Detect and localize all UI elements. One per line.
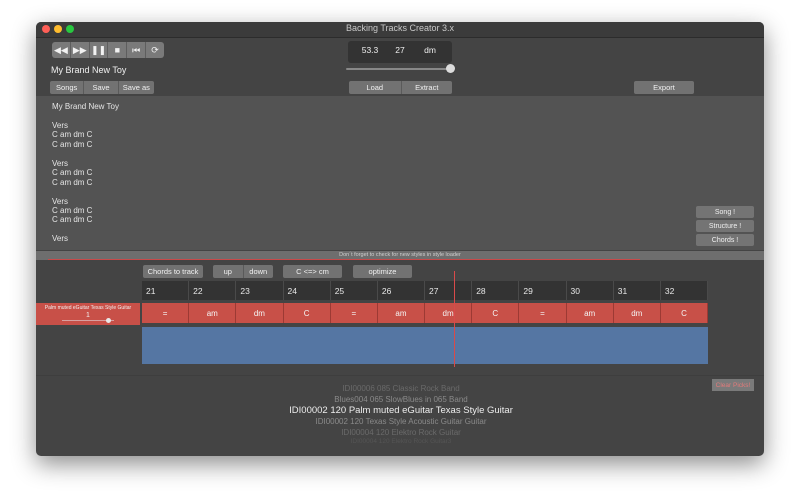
bar-number[interactable]: 22	[189, 281, 237, 300]
playhead[interactable]	[454, 271, 455, 367]
save-as-button[interactable]: Save as	[119, 81, 154, 94]
bar-number[interactable]: 23	[236, 281, 284, 300]
chord-row: = am dm C = am dm C = am dm C	[142, 303, 709, 323]
editor-text[interactable]: My Brand New Toy Vers C am dm CC am dm C Ve…	[52, 102, 119, 244]
songs-button[interactable]: Songs	[50, 81, 85, 94]
chord-cell[interactable]: dm	[425, 303, 473, 323]
tempo-display: 53.3 27 dm	[348, 41, 452, 63]
chord-cell[interactable]: =	[519, 303, 567, 323]
export-button[interactable]: Export	[634, 81, 694, 94]
bar-number[interactable]: 26	[378, 281, 426, 300]
style-item[interactable]: Blues004 065 SlowBlues in 065 Band	[226, 395, 576, 406]
load-extract-buttons: Load Extract	[349, 81, 452, 94]
structure-button[interactable]: Structure !	[696, 220, 754, 232]
style-item[interactable]: IDI00004 120 Elektro Rock Guitar	[226, 428, 576, 439]
bar-number[interactable]: 25	[331, 281, 378, 300]
style-item[interactable]: IDI00004 120 Elektro Rock Guitar3	[226, 438, 576, 445]
bars-value[interactable]: 27	[388, 45, 412, 55]
song-text-editor[interactable]: My Brand New Toy Vers C am dm CC am dm C Ve…	[36, 96, 764, 250]
bar-number[interactable]: 29	[519, 281, 567, 300]
track-pattern-area[interactable]	[142, 327, 708, 364]
optimize-button[interactable]: optimize	[353, 265, 412, 278]
major-minor-convert-button[interactable]: C <=> cm	[283, 265, 342, 278]
chords-to-track-button[interactable]: Chords to track	[143, 265, 203, 278]
app-window: Backing Tracks Creator 3.x ◀◀ ▶▶ ❚❚ ■ ⏮ …	[36, 22, 764, 456]
bar-number[interactable]: 30	[567, 281, 614, 300]
fast-forward-icon: ▶▶	[72, 44, 87, 55]
style-item[interactable]: IDI00002 120 Texas Style Acoustic Guitar…	[226, 417, 576, 428]
rewind-button[interactable]: ◀◀	[52, 42, 71, 58]
chord-cell[interactable]: dm	[614, 303, 661, 323]
chords-button[interactable]: Chords !	[696, 234, 754, 246]
title-bar: Backing Tracks Creator 3.x	[36, 22, 764, 38]
extract-button[interactable]: Extract	[402, 81, 453, 94]
key-value[interactable]: dm	[418, 45, 442, 55]
transport-controls: ◀◀ ▶▶ ❚❚ ■ ⏮ ⟳	[52, 42, 164, 58]
bar-number[interactable]: 28	[472, 281, 520, 300]
stop-icon: ■	[114, 45, 121, 55]
style-picker-list[interactable]: IDI00006 085 Classic Rock Band Blues004 0…	[226, 384, 576, 445]
editor-line[interactable]	[52, 149, 119, 159]
bpm-value[interactable]: 53.3	[358, 45, 382, 55]
song-title: My Brand New Toy	[51, 65, 127, 75]
bar-number[interactable]: 27	[425, 281, 473, 300]
transpose-down-button[interactable]: down	[244, 265, 274, 278]
editor-line[interactable]: C am dm C	[52, 178, 119, 187]
bar-number[interactable]: 31	[614, 281, 661, 300]
chord-cell[interactable]: am	[189, 303, 237, 323]
save-button[interactable]: Save	[84, 81, 119, 94]
tempo-slider[interactable]	[346, 68, 454, 70]
editor-line[interactable]: C am dm C	[52, 130, 119, 139]
track-name: Palm muted eGuitar Texas Style Guitar	[44, 305, 132, 311]
bar-number[interactable]: 24	[284, 281, 331, 300]
status-progress-line	[48, 259, 640, 260]
back-to-start-button[interactable]: ⏮	[127, 42, 147, 58]
divider	[36, 375, 764, 376]
editor-line[interactable]	[52, 111, 119, 121]
chord-cell[interactable]: C	[472, 303, 520, 323]
transpose-buttons: up down	[213, 265, 273, 278]
chord-cell[interactable]: =	[142, 303, 190, 323]
fast-forward-button[interactable]: ▶▶	[71, 42, 90, 58]
pause-button[interactable]: ❚❚	[90, 42, 109, 58]
bar-number[interactable]: 21	[142, 281, 190, 300]
chord-cell[interactable]: =	[331, 303, 378, 323]
chord-cell[interactable]: am	[567, 303, 614, 323]
back-to-start-icon: ⏮	[132, 44, 141, 55]
bar-number[interactable]: 32	[661, 281, 709, 300]
style-item[interactable]: IDI00006 085 Classic Rock Band	[226, 384, 576, 395]
loop-icon: ⟳	[151, 44, 159, 55]
editor-line[interactable]: My Brand New Toy	[52, 102, 119, 111]
window-title: Backing Tracks Creator 3.x	[345, 23, 455, 33]
editor-line[interactable]: Vers	[52, 121, 119, 130]
song-file-buttons: Songs Save Save as	[50, 81, 154, 94]
transpose-up-button[interactable]: up	[213, 265, 244, 278]
editor-line[interactable]: C am dm C	[52, 215, 119, 224]
track-volume-value: 1	[86, 312, 90, 319]
track-label[interactable]: Palm muted eGuitar Texas Style Guitar 1	[36, 303, 140, 325]
loop-button[interactable]: ⟳	[146, 42, 164, 58]
stop-button[interactable]: ■	[108, 42, 128, 58]
editor-line[interactable]: Vers	[52, 234, 119, 243]
rewind-icon: ◀◀	[53, 44, 68, 55]
chord-cell[interactable]: C	[284, 303, 331, 323]
chord-cell[interactable]: dm	[236, 303, 284, 323]
chord-cell[interactable]: C	[661, 303, 709, 323]
load-button[interactable]: Load	[349, 81, 402, 94]
clear-picks-button[interactable]: Clear Picks!	[712, 379, 754, 391]
bar-number-header: 21 22 23 24 25 26 27 28 29 30 31 32	[142, 281, 709, 300]
tempo-slider-knob[interactable]	[446, 64, 455, 73]
editor-line[interactable]	[52, 225, 119, 235]
pause-icon: ❚❚	[91, 44, 107, 55]
song-button[interactable]: Song !	[696, 206, 754, 218]
editor-line[interactable]: C am dm C	[52, 168, 119, 177]
style-item-selected[interactable]: IDI00002 120 Palm muted eGuitar Texas St…	[226, 405, 576, 417]
editor-line[interactable]: C am dm C	[52, 206, 119, 215]
track-volume-knob[interactable]	[106, 318, 111, 323]
chord-cell[interactable]: am	[378, 303, 426, 323]
editor-line[interactable]	[52, 187, 119, 197]
editor-line[interactable]: Vers	[52, 159, 119, 168]
editor-line[interactable]: Vers	[52, 197, 119, 206]
editor-line[interactable]: C am dm C	[52, 140, 119, 149]
